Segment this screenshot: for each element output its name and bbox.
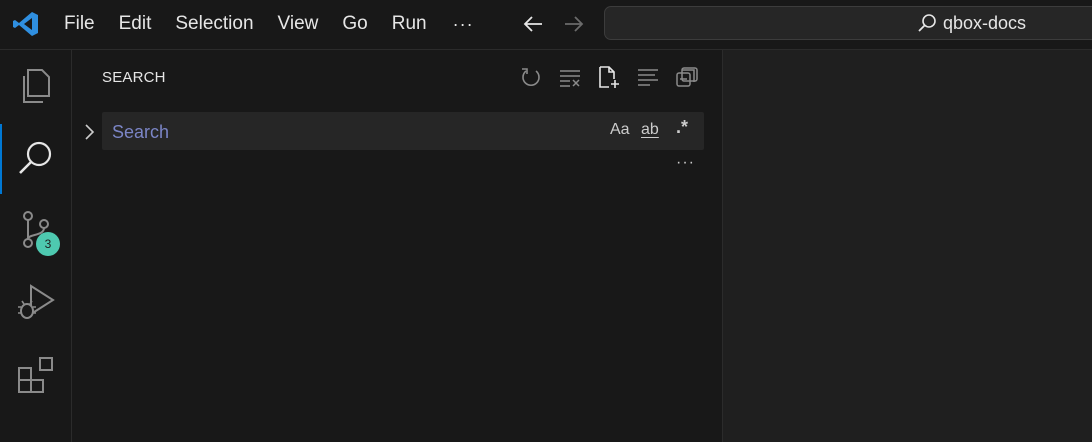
search-input[interactable] [102, 112, 604, 152]
activity-search[interactable] [0, 122, 72, 194]
files-icon [23, 69, 50, 103]
clear-results-icon[interactable] [559, 66, 581, 88]
menu-bar: File Edit Selection View Go Run ··· [64, 0, 498, 48]
command-center[interactable]: qbox-docs [604, 6, 1092, 40]
activity-bar: 3 [0, 50, 72, 442]
activity-extensions[interactable] [0, 338, 72, 410]
match-case-toggle[interactable]: Aa [610, 121, 630, 139]
menu-run[interactable]: Run [392, 13, 427, 35]
activity-run-debug[interactable] [0, 266, 72, 338]
toggle-search-details-icon[interactable]: ··· [676, 154, 695, 172]
forward-arrow-icon[interactable] [561, 12, 585, 36]
vscode-logo-icon [13, 12, 38, 36]
activity-explorer[interactable] [0, 50, 72, 122]
search-box: Aa ab .* [102, 112, 704, 152]
sidebar-toolbar [520, 66, 715, 88]
menu-more-icon[interactable]: ··· [453, 14, 474, 35]
regex-toggle[interactable]: .* [676, 117, 688, 138]
sidebar-title: SEARCH [102, 69, 166, 86]
activity-source-control[interactable] [0, 194, 72, 266]
extensions-icon [18, 357, 53, 393]
search-icon [918, 14, 936, 32]
workspace-name: qbox-docs [943, 13, 1027, 33]
refresh-icon[interactable] [520, 66, 542, 88]
menu-view[interactable]: View [278, 13, 319, 35]
menu-selection[interactable]: Selection [175, 13, 253, 35]
run-debug-icon [18, 284, 55, 319]
menu-file[interactable]: File [64, 13, 95, 35]
menu-go[interactable]: Go [342, 13, 367, 35]
source-control-badge: 3 [36, 232, 60, 256]
collapse-all-icon[interactable] [676, 66, 698, 88]
new-search-editor-icon[interactable] [598, 66, 620, 88]
back-arrow-icon[interactable] [522, 12, 546, 36]
search-sidebar: SEARCH Aa ab .* ··· [72, 50, 723, 442]
menu-edit[interactable]: Edit [119, 13, 152, 35]
search-icon [19, 141, 52, 174]
title-bar: File Edit Selection View Go Run ··· qbox… [0, 0, 1092, 50]
toggle-replace-chevron-icon[interactable] [80, 123, 98, 141]
match-whole-word-toggle[interactable]: ab [641, 121, 659, 139]
view-as-tree-icon[interactable] [637, 66, 659, 88]
editor-area [723, 50, 1092, 442]
